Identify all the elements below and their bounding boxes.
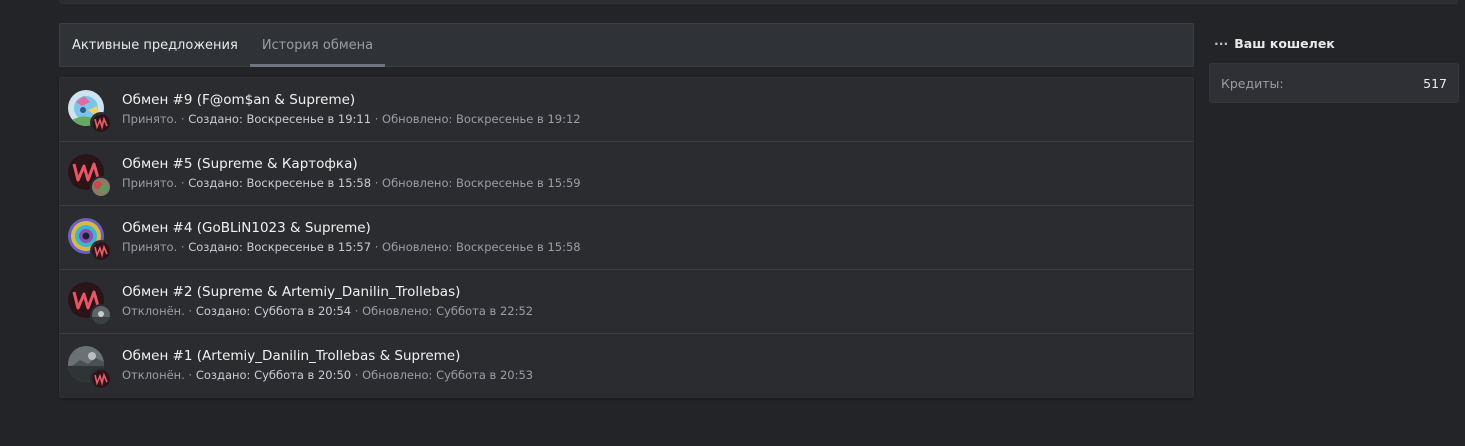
- trade-updated: Обновлено: Воскресенье в 15:58: [382, 240, 581, 254]
- avatar-small[interactable]: [90, 368, 112, 390]
- wallet-title: Ваш кошелек: [1234, 35, 1335, 51]
- avatar-group: [68, 282, 112, 326]
- trade-meta: Отклонён. · Создано: Суббота в 20:50 · О…: [122, 368, 533, 383]
- avatar-group: [68, 154, 112, 198]
- trade-created: Создано: Воскресенье в 19:11: [188, 112, 372, 126]
- trade-meta: Принято. · Создано: Воскресенье в 15:57 …: [122, 240, 581, 255]
- avatar-small[interactable]: [90, 176, 112, 198]
- top-panel-edge: [59, 0, 1458, 4]
- trade-title[interactable]: Обмен #2 (Supreme & Artemiy_Danilin_Trol…: [122, 283, 533, 301]
- trade-meta: Принято. · Создано: Воскресенье в 19:11 …: [122, 112, 581, 127]
- credits-value: 517: [1423, 75, 1447, 91]
- trade-title[interactable]: Обмен #4 (GoBLiN1023 & Supreme): [122, 219, 581, 237]
- trade-row[interactable]: Обмен #9 (F@om$an & Supreme) Принято. · …: [60, 78, 1193, 142]
- trade-row[interactable]: Обмен #5 (Supreme & Картофка) Принято. ·…: [60, 142, 1193, 206]
- trade-list: Обмен #9 (F@om$an & Supreme) Принято. · …: [59, 77, 1194, 398]
- trade-status: Отклонён.: [122, 368, 185, 382]
- trade-updated: Обновлено: Суббота в 20:53: [362, 368, 534, 382]
- trade-status: Принято.: [122, 176, 178, 190]
- avatar-small[interactable]: [90, 240, 112, 262]
- trade-created: Создано: Воскресенье в 15:58: [188, 176, 372, 190]
- trade-row-text: Обмен #5 (Supreme & Картофка) Принято. ·…: [122, 155, 581, 191]
- trade-title[interactable]: Обмен #1 (Artemiy_Danilin_Trollebas & Su…: [122, 347, 533, 365]
- trade-title[interactable]: Обмен #9 (F@om$an & Supreme): [122, 91, 581, 109]
- meta-separator: ·: [184, 368, 196, 382]
- trade-row-text: Обмен #2 (Supreme & Artemiy_Danilin_Trol…: [122, 283, 533, 319]
- trade-created: Создано: Воскресенье в 15:57: [188, 240, 372, 254]
- trade-meta: Отклонён. · Создано: Суббота в 20:54 · О…: [122, 304, 533, 319]
- avatar-group: [68, 90, 112, 134]
- trade-history-section: Активные предложения История обмена Обме…: [59, 23, 1194, 398]
- meta-separator: ·: [371, 176, 383, 190]
- trade-updated: Обновлено: Воскресенье в 19:12: [382, 112, 581, 126]
- meta-separator: ·: [371, 112, 383, 126]
- trade-created: Создано: Суббота в 20:50: [195, 368, 352, 382]
- tab-active-offers[interactable]: Активные предложения: [60, 24, 250, 66]
- trade-row-text: Обмен #4 (GoBLiN1023 & Supreme) Принято.…: [122, 219, 581, 255]
- meta-separator: ·: [184, 304, 196, 318]
- wallet-sidebar: ··· Ваш кошелек Кредиты: 517: [1209, 23, 1459, 103]
- trade-created: Создано: Суббота в 20:54: [195, 304, 352, 318]
- avatar-group: [68, 218, 112, 262]
- tab-trade-history[interactable]: История обмена: [249, 24, 386, 67]
- trade-meta: Принято. · Создано: Воскресенье в 15:58 …: [122, 176, 581, 191]
- trade-row-text: Обмен #1 (Artemiy_Danilin_Trollebas & Su…: [122, 347, 533, 383]
- wallet-credits-box: Кредиты: 517: [1209, 63, 1459, 103]
- trade-row-text: Обмен #9 (F@om$an & Supreme) Принято. · …: [122, 91, 581, 127]
- trade-updated: Обновлено: Суббота в 22:52: [362, 304, 534, 318]
- credits-label: Кредиты:: [1221, 75, 1284, 91]
- meta-separator: ·: [351, 368, 363, 382]
- tab-bar: Активные предложения История обмена: [59, 23, 1194, 67]
- avatar-small[interactable]: [90, 304, 112, 326]
- trade-row[interactable]: Обмен #2 (Supreme & Artemiy_Danilin_Trol…: [60, 270, 1193, 334]
- avatar-group: [68, 346, 112, 390]
- trade-status: Принято.: [122, 240, 178, 254]
- avatar-small[interactable]: [90, 112, 112, 134]
- wallet-header: ··· Ваш кошелек: [1209, 23, 1459, 63]
- trade-status: Принято.: [122, 112, 178, 126]
- meta-separator: ·: [177, 240, 189, 254]
- meta-separator: ·: [177, 112, 189, 126]
- trade-status: Отклонён.: [122, 304, 185, 318]
- trade-title[interactable]: Обмен #5 (Supreme & Картофка): [122, 155, 581, 173]
- meta-separator: ·: [371, 240, 383, 254]
- meta-separator: ·: [351, 304, 363, 318]
- more-dots-icon: ···: [1214, 35, 1229, 51]
- trade-row[interactable]: Обмен #1 (Artemiy_Danilin_Trollebas & Su…: [60, 334, 1193, 397]
- meta-separator: ·: [177, 176, 189, 190]
- trade-updated: Обновлено: Воскресенье в 15:59: [382, 176, 581, 190]
- trade-row[interactable]: Обмен #4 (GoBLiN1023 & Supreme) Принято.…: [60, 206, 1193, 270]
